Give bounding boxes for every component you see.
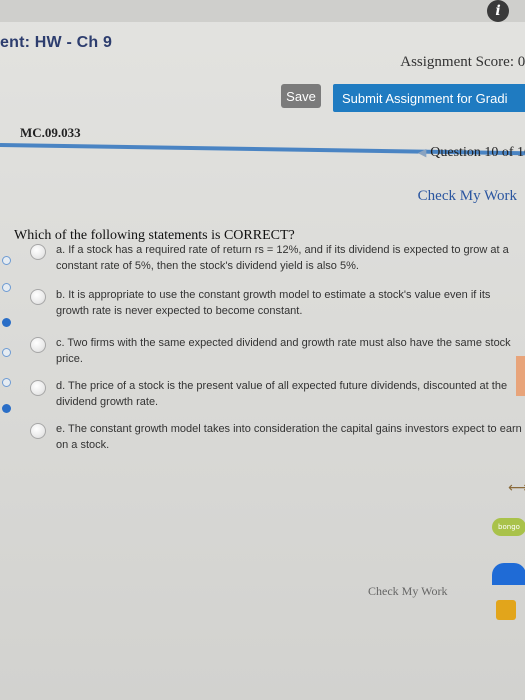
answer-option-text: a. If a stock has a required rate of ret… — [56, 244, 509, 272]
cloud-dock-icon[interactable] — [492, 563, 525, 585]
dock-arrow-icon[interactable]: ⟷ — [508, 480, 525, 496]
assignment-score: Assignment Score: 0. — [400, 54, 525, 70]
radio-button[interactable] — [30, 380, 46, 396]
status-dot — [2, 318, 11, 327]
radio-button[interactable] — [30, 289, 46, 305]
assignment-title: ent: HW - Ch 9 — [0, 34, 113, 51]
status-dot — [2, 404, 11, 413]
radio-button[interactable] — [30, 244, 46, 260]
left-status-column — [0, 0, 12, 700]
question-position: Question 10 of 16 — [430, 145, 525, 160]
status-dot — [2, 378, 11, 387]
submit-assignment-button[interactable]: Submit Assignment for Gradi — [333, 84, 525, 112]
save-button[interactable]: Save — [281, 84, 321, 108]
answer-option-text: c. Two firms with the same expected divi… — [56, 337, 511, 365]
status-dot — [2, 283, 11, 292]
side-edge-strip — [516, 356, 525, 396]
info-icon[interactable]: i — [487, 0, 509, 22]
check-my-work-link-top[interactable]: Check My Work — [418, 188, 517, 205]
question-navigator[interactable]: ◀ Question 10 of 16 — [418, 145, 525, 161]
status-dot — [2, 348, 11, 357]
bongo-dock-icon[interactable]: bongo — [492, 518, 525, 536]
top-bar: i — [0, 0, 525, 22]
answer-option-text: e. The constant growth model takes into … — [56, 423, 522, 451]
check-my-work-link-bottom[interactable]: Check My Work — [368, 584, 447, 599]
checkmark-dock-icon[interactable] — [496, 600, 516, 620]
status-dot — [2, 256, 11, 265]
previous-question-icon[interactable]: ◀ — [418, 147, 426, 159]
assignment-page: i ent: HW - Ch 9 Assignment Score: 0. Sa… — [0, 0, 525, 700]
radio-button[interactable] — [30, 337, 46, 353]
radio-button[interactable] — [30, 423, 46, 439]
answer-option-text: b. It is appropriate to use the constant… — [56, 289, 491, 317]
answer-option-text: d. The price of a stock is the present v… — [56, 380, 508, 408]
question-code: MC.09.033 — [20, 125, 81, 140]
